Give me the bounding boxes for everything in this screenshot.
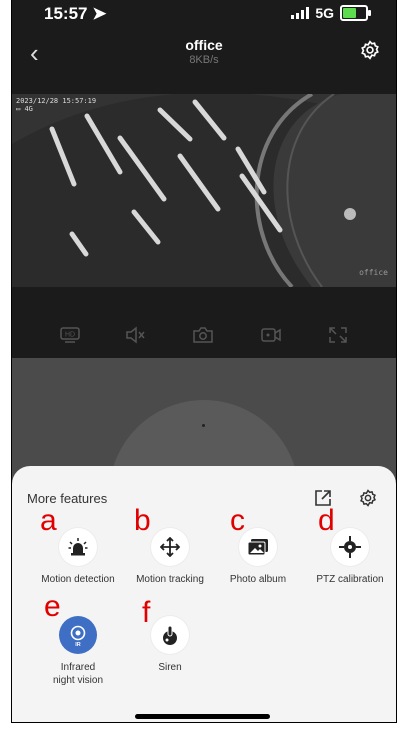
marker-f: f [142, 596, 151, 629]
hd-icon: HD [60, 327, 80, 343]
crosshair-icon [339, 536, 361, 558]
record-button[interactable] [256, 320, 286, 350]
top-bar: ‹ office 8KB/s [12, 34, 396, 74]
settings-gear-icon[interactable] [360, 40, 380, 65]
svg-text:HD: HD [65, 332, 75, 339]
fullscreen-button[interactable] [323, 320, 353, 350]
camera-icon [193, 327, 213, 343]
app-frame: 15:57 ➤ 5G ‹ office 8KB/s 2023/12/28 15:… [11, 0, 397, 723]
joystick-center-dot [202, 424, 205, 427]
battery-fill [343, 8, 357, 18]
mute-button[interactable] [120, 320, 150, 350]
feature-label: Photo album [229, 574, 287, 585]
alarm-light-icon [68, 538, 88, 556]
more-features-sheet: More features Motion detection Motion tr… [12, 466, 396, 722]
feature-label: PTZ calibration [316, 574, 384, 585]
speaker-muted-icon [126, 326, 145, 344]
feature-infrared-night-vision[interactable]: IR Infrared night vision [28, 616, 128, 687]
live-video[interactable]: 2023/12/28 15:57:19 ▭ 4G office [12, 94, 396, 287]
home-indicator[interactable] [135, 714, 270, 719]
feature-siren[interactable]: Siren [120, 616, 220, 674]
feature-icon-bg [151, 528, 189, 566]
status-time: 15:57 ➤ [44, 4, 107, 23]
feature-ptz-calibration[interactable]: PTZ calibration [300, 528, 396, 586]
feature-label: Motion tracking [136, 574, 204, 585]
siren-icon [163, 625, 177, 645]
video-timestamp: 2023/12/28 15:57:19 ▭ 4G [16, 97, 97, 113]
battery-icon [340, 5, 371, 21]
camera-title: office [185, 37, 223, 53]
status-bar: 15:57 ➤ 5G [12, 0, 396, 30]
video-frame-image [12, 94, 396, 287]
video-watermark: office [359, 268, 388, 277]
feature-label: Motion detection [41, 574, 115, 585]
bitrate-label: 8KB/s [189, 54, 219, 66]
feature-photo-album[interactable]: Photo album [208, 528, 308, 586]
location-arrow-icon: ➤ [92, 4, 107, 23]
hd-button[interactable]: HD [55, 320, 85, 350]
video-controls: HD [12, 320, 396, 350]
expand-icon [329, 327, 347, 343]
feature-icon-bg [151, 616, 189, 654]
photo-album-icon [247, 539, 268, 556]
sheet-settings-gear-icon[interactable] [359, 489, 377, 512]
signal-bars-icon [291, 7, 310, 19]
svg-text:IR: IR [75, 642, 81, 647]
marker-b: b [134, 504, 151, 537]
marker-c: c [230, 504, 245, 537]
infrared-icon: IR [70, 625, 86, 647]
feature-icon-bg-active: IR [59, 616, 97, 654]
feature-icon-bg [331, 528, 369, 566]
video-record-icon [261, 328, 281, 342]
marker-a: a [40, 504, 57, 537]
marker-d: d [318, 504, 335, 537]
network-type: 5G [315, 5, 334, 21]
move-arrows-icon [160, 537, 180, 557]
feature-icon-bg [59, 528, 97, 566]
snapshot-button[interactable] [188, 320, 218, 350]
marker-e: e [44, 590, 61, 623]
feature-label: Siren [158, 662, 182, 673]
feature-label: Infrared night vision [52, 662, 104, 686]
